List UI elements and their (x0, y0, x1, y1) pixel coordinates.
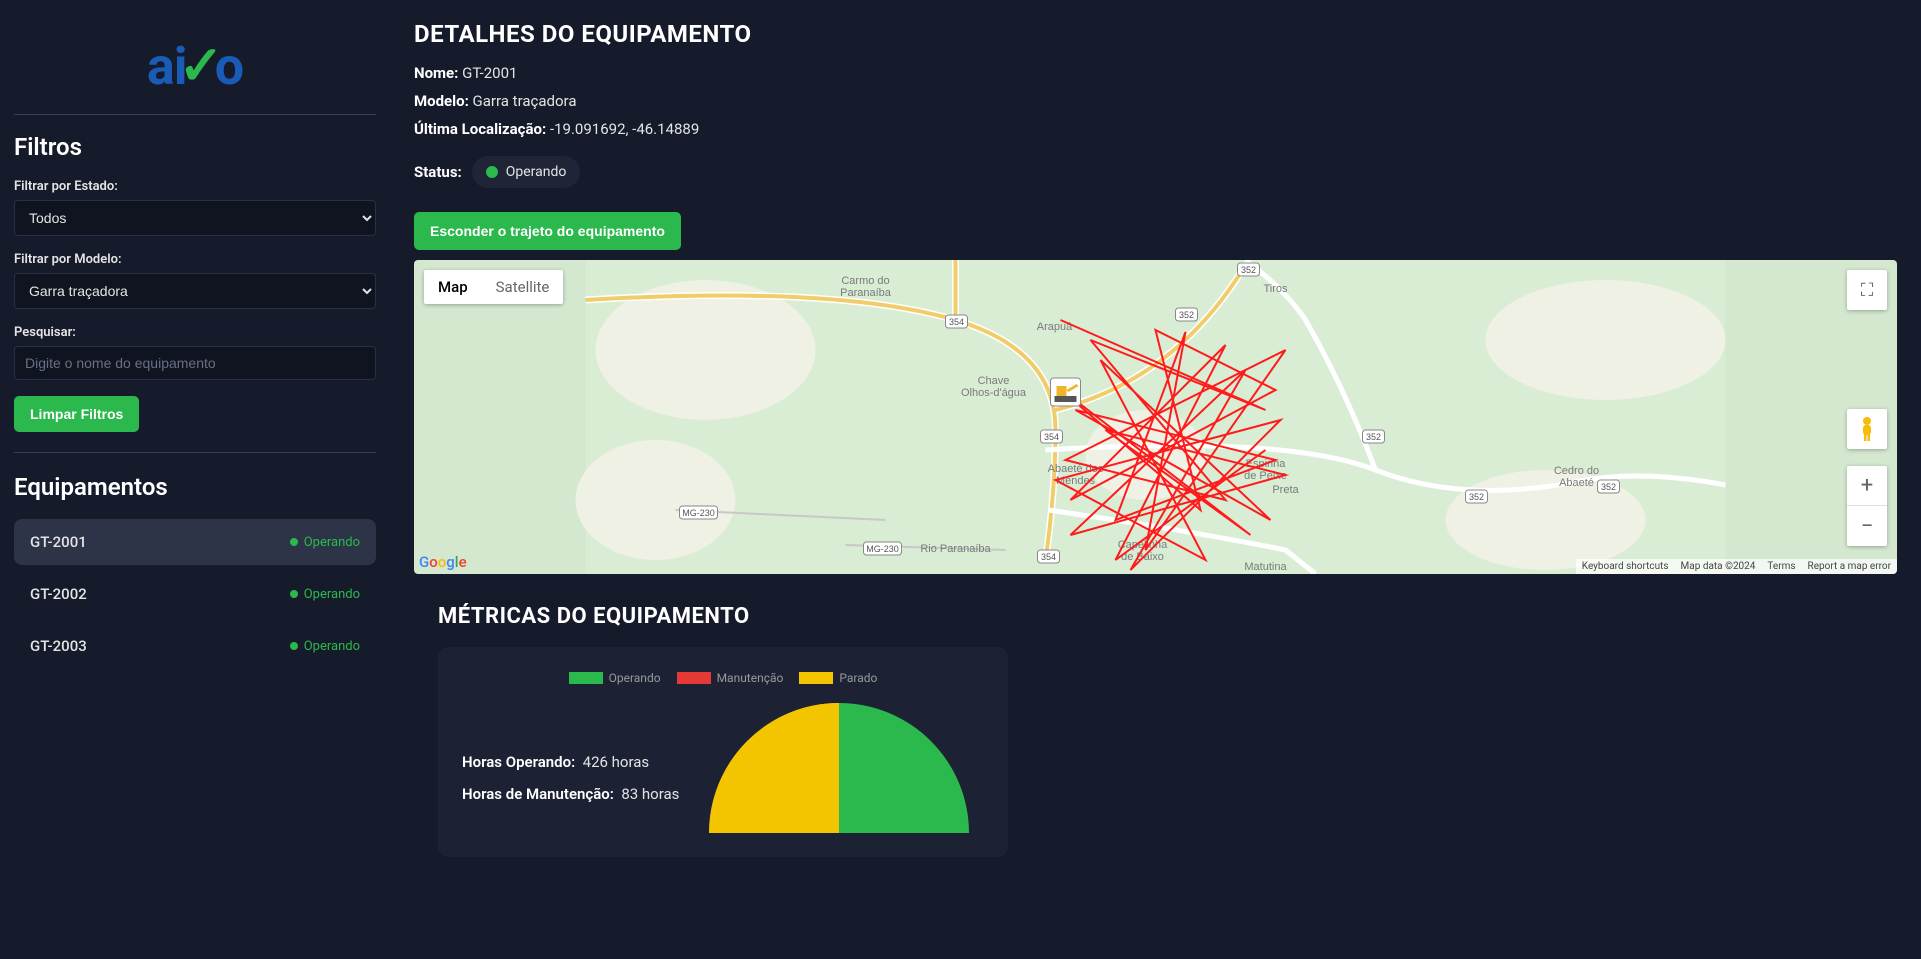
legend-parado[interactable]: Parado (799, 671, 877, 685)
legend-manutencao[interactable]: Manutenção (677, 671, 784, 685)
svg-text:Olhos-d'água: Olhos-d'água (961, 387, 1027, 399)
equipment-item-gt-2003[interactable]: GT-2003 Operando (14, 623, 376, 669)
map-terms-link[interactable]: Terms (1767, 561, 1795, 572)
svg-text:354: 354 (1044, 432, 1059, 442)
svg-text:352: 352 (1366, 432, 1381, 442)
map-zoom-control: + − (1847, 466, 1887, 546)
map-tab-map[interactable]: Map (424, 270, 482, 304)
equipment-name: GT-2002 (30, 585, 87, 603)
metrics-section: MÉTRICAS DO EQUIPAMENTO Operando Manuten… (438, 604, 1897, 857)
svg-text:352: 352 (1601, 482, 1616, 492)
svg-text:MG-230: MG-230 (682, 508, 715, 518)
svg-text:352: 352 (1179, 310, 1194, 320)
google-logo: Google (419, 553, 467, 571)
legend-operando[interactable]: Operando (569, 671, 661, 685)
svg-text:Rio Paranaíba: Rio Paranaíba (920, 543, 991, 555)
equipment-name: GT-2003 (30, 637, 87, 655)
svg-text:Matutina: Matutina (1244, 561, 1287, 573)
sidebar: ai✓o Filtros Filtrar por Estado: Todos F… (0, 0, 390, 959)
search-group: Pesquisar: (14, 325, 376, 380)
filter-model-group: Filtrar por Modelo: Garra traçadora (14, 252, 376, 309)
detail-status: Status: Operando (414, 156, 1897, 188)
status-pill: Operando (472, 156, 581, 188)
svg-text:Preta: Preta (1272, 484, 1299, 496)
filter-state-select[interactable]: Todos (14, 200, 376, 236)
metrics-body: Horas Operando: 426 horas Horas de Manut… (462, 703, 984, 833)
map-type-control: Map Satellite (424, 270, 563, 304)
svg-text:Carmo do: Carmo do (841, 275, 889, 287)
equipment-item-gt-2002[interactable]: GT-2002 Operando (14, 571, 376, 617)
status-dot-icon (290, 590, 298, 598)
detail-location: Última Localização: -19.091692, -46.1488… (414, 120, 1897, 138)
metrics-card: Operando Manutenção Parado Horas Operand… (438, 647, 1008, 857)
logo-text: ai✓o (147, 34, 243, 98)
svg-text:Cedro do: Cedro do (1554, 465, 1599, 477)
legend-swatch-icon (569, 672, 603, 684)
filters-title: Filtros (14, 133, 376, 161)
map[interactable]: Map Satellite ⛶ + − Google Keyboard shor… (414, 260, 1897, 574)
svg-text:354: 354 (1041, 552, 1056, 562)
check-icon: ✓ (178, 34, 222, 98)
status-indicator: Operando (290, 639, 360, 654)
equipments-title: Equipamentos (14, 473, 376, 501)
detail-name: Nome: GT-2001 (414, 64, 1897, 82)
filter-state-group: Filtrar por Estado: Todos (14, 179, 376, 236)
filter-model-select[interactable]: Garra traçadora (14, 273, 376, 309)
toggle-trajectory-button[interactable]: Esconder o trajeto do equipamento (414, 212, 681, 250)
fullscreen-icon[interactable]: ⛶ (1847, 270, 1887, 310)
svg-text:352: 352 (1241, 265, 1256, 275)
filter-model-label: Filtrar por Modelo: (14, 252, 376, 267)
map-svg: 352 354 354 354 352 352 352 352 MG-230 M… (414, 260, 1897, 574)
zoom-in-button[interactable]: + (1847, 466, 1887, 506)
metrics-title: MÉTRICAS DO EQUIPAMENTO (438, 604, 1897, 629)
chart-legend: Operando Manutenção Parado (462, 671, 984, 685)
divider (14, 452, 376, 453)
status-dot-icon (290, 538, 298, 546)
map-data-label: Map data ©2024 (1681, 561, 1756, 572)
status-indicator: Operando (290, 535, 360, 550)
search-label: Pesquisar: (14, 325, 376, 340)
metrics-text: Horas Operando: 426 horas Horas de Manut… (462, 703, 679, 817)
svg-text:352: 352 (1469, 492, 1484, 502)
legend-swatch-icon (677, 672, 711, 684)
equipment-item-gt-2001[interactable]: GT-2001 Operando (14, 519, 376, 565)
legend-swatch-icon (799, 672, 833, 684)
pegman-icon[interactable] (1847, 409, 1887, 449)
svg-text:MG-230: MG-230 (866, 544, 899, 554)
svg-text:354: 354 (949, 317, 964, 327)
map-report-link[interactable]: Report a map error (1808, 561, 1891, 572)
status-text: Operando (304, 587, 360, 602)
svg-text:Tiros: Tiros (1263, 283, 1288, 295)
logo: ai✓o (14, 14, 376, 115)
map-tab-satellite[interactable]: Satellite (482, 270, 564, 304)
svg-text:Chave: Chave (978, 375, 1010, 387)
map-shortcuts-link[interactable]: Keyboard shortcuts (1582, 561, 1669, 572)
equipment-list: GT-2001 Operando GT-2002 Operando GT-200… (14, 519, 376, 669)
status-text: Operando (304, 535, 360, 550)
hours-maintenance: Horas de Manutenção: 83 horas (462, 785, 679, 803)
detail-model: Modelo: Garra traçadora (414, 92, 1897, 110)
status-dot-icon (486, 166, 498, 178)
hours-operating: Horas Operando: 426 horas (462, 753, 679, 771)
main-content: DETALHES DO EQUIPAMENTO Nome: GT-2001 Mo… (390, 0, 1921, 959)
page-title: DETALHES DO EQUIPAMENTO (414, 20, 1897, 48)
svg-text:Abaeté: Abaeté (1559, 477, 1594, 489)
zoom-out-button[interactable]: − (1847, 506, 1887, 546)
search-input[interactable] (14, 346, 376, 380)
status-text: Operando (304, 639, 360, 654)
pie-chart (709, 703, 969, 833)
equipment-name: GT-2001 (30, 533, 87, 551)
map-footer: Keyboard shortcuts Map data ©2024 Terms … (1576, 559, 1897, 574)
svg-text:Paranaíba: Paranaíba (840, 287, 892, 299)
filter-state-label: Filtrar por Estado: (14, 179, 376, 194)
status-indicator: Operando (290, 587, 360, 602)
clear-filters-button[interactable]: Limpar Filtros (14, 396, 139, 432)
status-dot-icon (290, 642, 298, 650)
